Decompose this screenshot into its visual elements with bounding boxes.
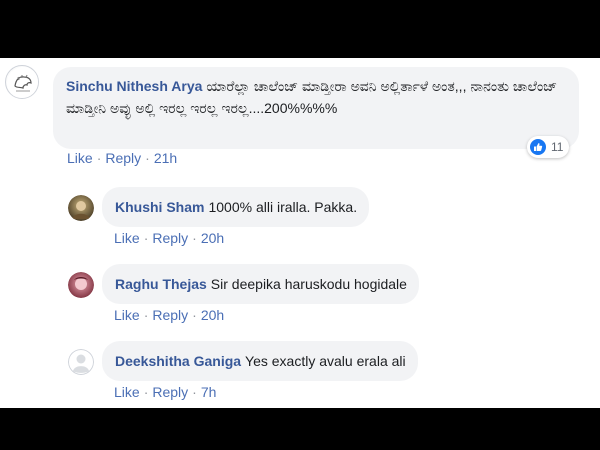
separator-dot: ·	[143, 230, 149, 246]
reaction-count: 11	[551, 140, 564, 154]
reply-author-link[interactable]: Deekshitha Ganiga	[115, 353, 241, 369]
reply-author-link[interactable]: Raghu Thejas	[115, 276, 207, 292]
reply-actions: Like · Reply · 20h	[114, 307, 224, 323]
reaction-summary[interactable]: 11	[527, 136, 570, 158]
reply-actions: Like · Reply · 20h	[114, 230, 224, 246]
separator-dot: ·	[192, 307, 197, 323]
reply-text: 1000% alli iralla. Pakka.	[208, 199, 358, 215]
separator-dot: ·	[143, 384, 149, 400]
reply-link[interactable]: Reply	[152, 230, 188, 246]
reply-link[interactable]: Reply	[152, 384, 188, 400]
comments-panel: Sinchu Nithesh Arya ಯಾರೆಲ್ಲಾ ಚಾಲೆಂಜ್ ಮಾಡ್…	[0, 58, 600, 408]
timestamp[interactable]: 21h	[154, 150, 177, 166]
like-link[interactable]: Like	[114, 384, 140, 400]
separator-dot: ·	[192, 384, 197, 400]
timestamp[interactable]: 7h	[201, 384, 217, 400]
like-link[interactable]: Like	[67, 150, 93, 166]
reply-bubble: Khushi Sham 1000% alli iralla. Pakka.	[102, 187, 370, 227]
like-link[interactable]: Like	[114, 230, 140, 246]
user-photo-icon[interactable]	[68, 195, 94, 221]
separator-dot: ·	[143, 307, 149, 323]
timestamp[interactable]: 20h	[201, 307, 224, 323]
reply-bubble: Raghu Thejas Sir deepika haruskodu hogida…	[102, 264, 419, 304]
separator-dot: ·	[192, 230, 197, 246]
comment-bubble: Sinchu Nithesh Arya ಯಾರೆಲ್ಲಾ ಚಾಲೆಂಜ್ ಮಾಡ್…	[53, 67, 579, 149]
default-profile-icon[interactable]	[68, 349, 94, 375]
separator-dot: ·	[96, 150, 102, 166]
comment-actions: Like · Reply · 21h	[67, 150, 177, 166]
timestamp[interactable]: 20h	[201, 230, 224, 246]
like-link[interactable]: Like	[114, 307, 140, 323]
reply-link[interactable]: Reply	[152, 307, 188, 323]
comment-author-link[interactable]: Sinchu Nithesh Arya	[66, 78, 202, 94]
reply-link[interactable]: Reply	[105, 150, 141, 166]
reply-text: Yes exactly avalu erala ali	[245, 353, 406, 369]
reply-bubble: Deekshitha Ganiga Yes exactly avalu erala…	[102, 341, 418, 381]
reply-author-link[interactable]: Khushi Sham	[115, 199, 204, 215]
profile-logo-icon[interactable]	[5, 65, 39, 99]
separator-dot: ·	[145, 150, 150, 166]
reply-text: Sir deepika haruskodu hogidale	[210, 276, 407, 292]
reply-actions: Like · Reply · 7h	[114, 384, 216, 400]
thumbs-up-icon	[530, 139, 546, 155]
user-photo-icon[interactable]	[68, 272, 94, 298]
